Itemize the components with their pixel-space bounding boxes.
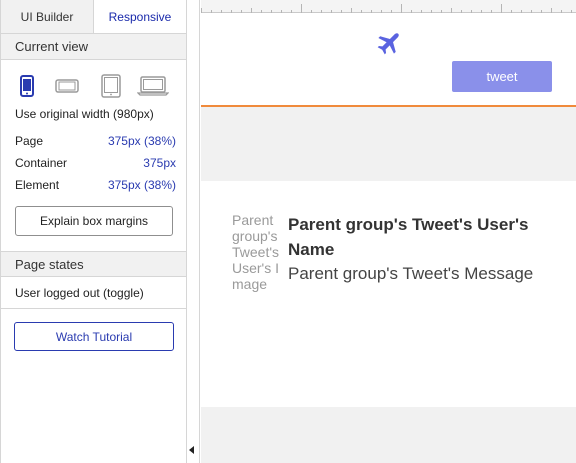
panel-divider — [187, 0, 200, 463]
element-width-row: Element 375px (38%) — [1, 174, 186, 196]
current-view-header: Current view — [1, 34, 186, 60]
tweet-message-text[interactable]: Parent group's Tweet's Message — [288, 263, 558, 285]
mobile-landscape-icon[interactable] — [45, 79, 89, 93]
tweet-button[interactable]: tweet — [452, 61, 552, 92]
page-states-header: Page states — [1, 251, 186, 277]
page-footer-area — [201, 407, 576, 463]
page-width-value[interactable]: 375px (38%) — [108, 134, 176, 148]
use-original-width[interactable]: Use original width (980px) — [1, 103, 186, 125]
mobile-portrait-icon[interactable] — [17, 75, 37, 97]
user-image-placeholder[interactable]: Parent group's Tweet's User's Image — [232, 212, 280, 294]
element-width-value[interactable]: 375px (38%) — [108, 178, 176, 192]
element-width-label: Element — [15, 178, 60, 192]
user-name-text[interactable]: Parent group's Tweet's User's Name — [288, 212, 548, 262]
page-gap — [201, 109, 576, 181]
responsive-panel: UI Builder Responsive Current view Use o… — [0, 0, 187, 463]
page-width-row: Page 375px (38%) — [1, 130, 186, 152]
horizontal-ruler — [201, 0, 576, 13]
page-header: tweet — [201, 13, 576, 107]
tab-responsive[interactable]: Responsive — [94, 0, 186, 33]
ruler-ticks — [201, 4, 572, 13]
watch-tutorial-button[interactable]: Watch Tutorial — [14, 322, 174, 351]
tweet-card[interactable]: Parent group's Tweet's User's Image Pare… — [201, 181, 576, 407]
device-selector — [1, 60, 186, 100]
explain-box-margins-button[interactable]: Explain box margins — [15, 206, 173, 236]
page-width-label: Page — [15, 134, 44, 148]
tablet-icon[interactable] — [95, 74, 127, 98]
collapse-panel-icon[interactable] — [189, 446, 194, 454]
page-canvas: tweet Parent group's Tweet's User's Imag… — [201, 0, 576, 463]
plane-icon — [376, 29, 402, 57]
panel-tabs: UI Builder Responsive — [1, 0, 186, 34]
laptop-icon[interactable] — [133, 76, 173, 96]
container-width-row: Container 375px — [1, 152, 186, 174]
tab-ui-builder[interactable]: UI Builder — [1, 0, 94, 33]
container-width-label: Container — [15, 156, 68, 170]
container-width-value[interactable]: 375px — [143, 156, 176, 170]
page-state-item[interactable]: User logged out (toggle) — [1, 277, 186, 309]
